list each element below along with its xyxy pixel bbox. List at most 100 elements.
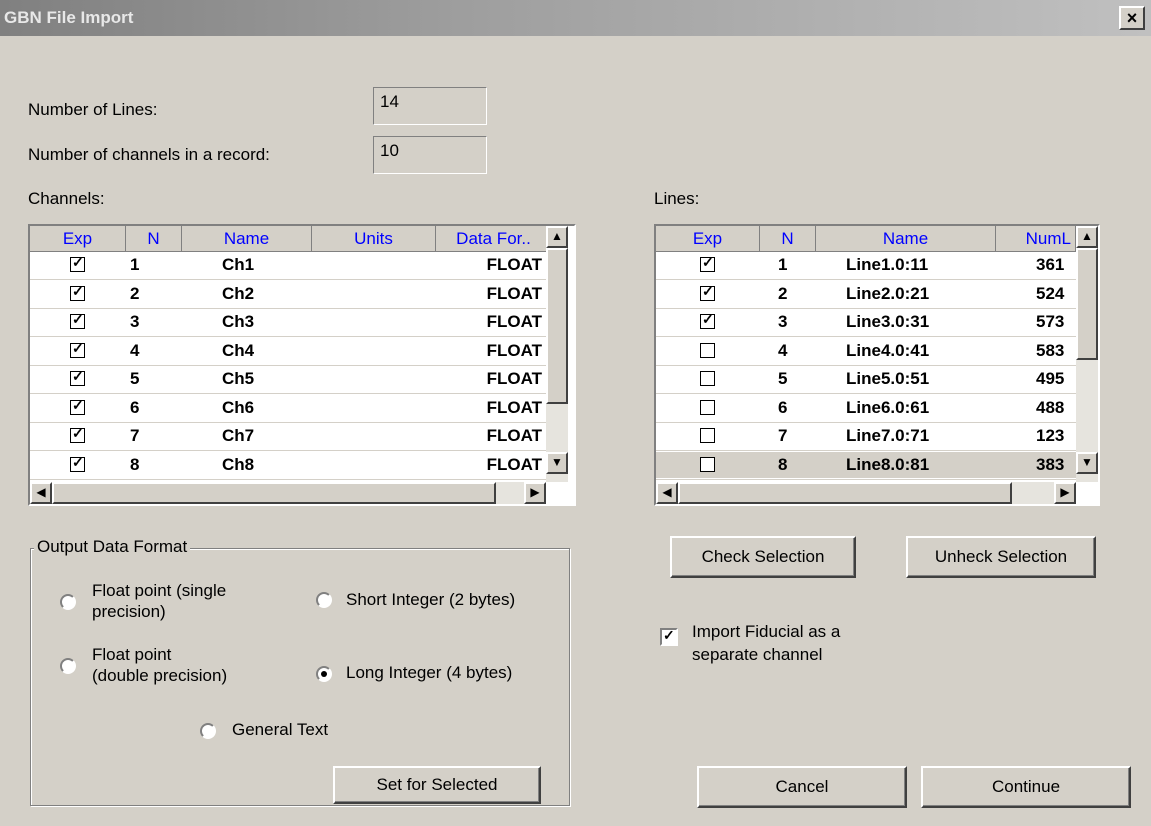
radio-float-single[interactable] (60, 594, 76, 610)
exp-checkbox[interactable]: ✓ (70, 283, 85, 301)
channel-name: Ch7 (222, 426, 255, 445)
exp-checkbox[interactable]: ✓ (70, 311, 85, 329)
float-single-label[interactable]: Float point (single precision) (92, 580, 226, 622)
line-number: 2 (778, 283, 788, 303)
scroll-right-icon[interactable]: ▶ (524, 482, 546, 504)
table-row[interactable]: 5 Line5.0:51 495 (656, 366, 1076, 394)
channel-number: 2 (130, 283, 140, 303)
channel-name: Ch5 (222, 369, 255, 388)
channels-list[interactable]: Exp N Name Units Data For.. ✓ 1 Ch1 FLOAT ✓ 2… (28, 224, 576, 506)
channel-data-format: FLOAT (486, 283, 542, 303)
table-row[interactable]: 4 Line4.0:41 583 (656, 338, 1076, 366)
table-row[interactable]: ✓ 3 Line3.0:31 573 (656, 309, 1076, 337)
table-row[interactable]: ✓ 6 Ch6 FLOAT (30, 395, 546, 423)
exp-checkbox[interactable]: ✓ (70, 396, 85, 415)
channels-header-name[interactable]: Name (182, 226, 312, 252)
close-button[interactable]: × (1119, 6, 1145, 30)
long-integer-label[interactable]: Long Integer (4 bytes) (346, 663, 512, 683)
exp-checkbox[interactable]: ✓ (70, 254, 85, 272)
scroll-left-icon[interactable]: ◀ (656, 482, 678, 504)
table-row[interactable]: ✓ 7 Ch7 FLOAT (30, 423, 546, 451)
check-mark-icon: ✓ (702, 311, 714, 327)
table-row[interactable]: ✓ 4 Ch4 FLOAT (30, 338, 546, 366)
short-integer-label[interactable]: Short Integer (2 bytes) (346, 590, 515, 610)
exp-checkbox[interactable]: ✓ (70, 454, 85, 472)
exp-checkbox[interactable]: ✓ (70, 425, 85, 443)
scroll-down-icon[interactable]: ▼ (1076, 452, 1098, 474)
exp-checkbox[interactable]: ✓ (700, 282, 715, 301)
check-selection-button[interactable]: Check Selection (670, 536, 856, 578)
table-row[interactable]: 7 Line7.0:71 123 (656, 423, 1076, 451)
float-double-label-line1: Float point (92, 645, 172, 664)
continue-button[interactable]: Continue (921, 766, 1131, 808)
exp-checkbox[interactable]: ✓ (700, 254, 715, 272)
scroll-up-icon[interactable]: ▲ (1076, 226, 1098, 248)
exp-checkbox[interactable] (700, 428, 715, 443)
scroll-left-icon[interactable]: ◀ (30, 482, 52, 504)
row-separator (30, 478, 546, 480)
line-name: Line2.0:21 (846, 283, 930, 303)
check-mark-icon: ✓ (702, 282, 714, 299)
channels-hscroll[interactable]: ◀ ▶ (30, 482, 546, 504)
table-row[interactable]: 6 Line6.0:61 488 (656, 395, 1076, 423)
lines-header-name[interactable]: Name (816, 226, 996, 252)
channels-hscroll-thumb[interactable] (52, 482, 496, 504)
exp-checkbox[interactable]: ✓ (700, 311, 715, 329)
scroll-right-icon[interactable]: ▶ (1054, 482, 1076, 504)
lines-hscroll-thumb[interactable] (678, 482, 1012, 504)
channels-header-data-format[interactable]: Data For.. (436, 226, 552, 252)
line-name: Line1.0:11 (846, 255, 929, 274)
scroll-down-icon[interactable]: ▼ (546, 452, 568, 474)
table-row[interactable]: ✓ 5 Ch5 FLOAT (30, 366, 546, 394)
lines-header-n[interactable]: N (760, 226, 816, 252)
table-row[interactable]: ✓ 3 Ch3 FLOAT (30, 309, 546, 337)
lines-vscroll[interactable]: ▲ ▼ (1076, 226, 1098, 482)
radio-long-integer[interactable] (316, 666, 332, 682)
line-name: Line7.0:71 (846, 426, 930, 445)
channel-data-format: FLOAT (486, 340, 542, 360)
lines-header-numl[interactable]: NumL (996, 226, 1076, 252)
line-number: 6 (778, 397, 788, 417)
channel-name: Ch4 (222, 340, 255, 360)
exp-checkbox[interactable] (700, 371, 715, 386)
table-row[interactable]: ✓ 1 Ch1 FLOAT (30, 252, 546, 280)
table-row[interactable]: 8 Line8.0:81 383 (656, 451, 1076, 480)
channels-header-n[interactable]: N (126, 226, 182, 252)
radio-short-integer[interactable] (316, 592, 332, 608)
lines-hscroll[interactable]: ◀ ▶ (656, 482, 1076, 504)
exp-checkbox[interactable]: ✓ (70, 340, 85, 358)
table-row[interactable]: ✓ 1 Line1.0:11 361 (656, 252, 1076, 280)
table-row[interactable]: ✓ 2 Ch2 FLOAT (30, 281, 546, 309)
import-fiducial-label[interactable]: Import Fiducial as a separate channel (692, 620, 840, 666)
import-fiducial-checkbox[interactable]: ✓ (660, 627, 678, 646)
exp-checkbox[interactable] (700, 342, 715, 358)
line-number: 7 (778, 426, 788, 445)
channels-header-exp[interactable]: Exp (30, 226, 126, 252)
check-mark-icon: ✓ (72, 396, 84, 413)
uncheck-selection-button[interactable]: Unheck Selection (906, 536, 1096, 578)
channel-number: 7 (130, 426, 140, 445)
set-for-selected-button[interactable]: Set for Selected (333, 766, 541, 804)
lines-vscroll-thumb[interactable] (1076, 248, 1098, 360)
exp-checkbox[interactable] (700, 456, 715, 472)
exp-checkbox[interactable]: ✓ (70, 368, 85, 386)
cancel-button[interactable]: Cancel (697, 766, 907, 808)
general-text-label[interactable]: General Text (232, 720, 328, 740)
table-row[interactable]: ✓ 2 Line2.0:21 524 (656, 281, 1076, 309)
channels-vscroll-thumb[interactable] (546, 248, 568, 404)
radio-general-text[interactable] (200, 723, 216, 739)
lines-header-exp[interactable]: Exp (656, 226, 760, 252)
scroll-up-icon[interactable]: ▲ (546, 226, 568, 248)
radio-float-double[interactable] (60, 658, 76, 674)
line-number: 8 (778, 454, 788, 474)
exp-checkbox[interactable] (700, 399, 715, 415)
channels-vscroll[interactable]: ▲ ▼ (546, 226, 568, 482)
channels-header-units[interactable]: Units (312, 226, 436, 252)
check-mark-icon: ✓ (72, 254, 84, 270)
lines-list[interactable]: Exp N Name NumL ✓ 1 Line1.0:11 361 ✓ 2 Line2.0… (654, 224, 1100, 506)
table-row[interactable]: ✓ 8 Ch8 FLOAT (30, 452, 546, 480)
line-numl: 123 (1036, 426, 1065, 445)
line-numl: 361 (1036, 255, 1065, 274)
line-numl: 573 (1036, 312, 1065, 331)
float-double-label[interactable]: Float point (double precision) (92, 644, 227, 686)
